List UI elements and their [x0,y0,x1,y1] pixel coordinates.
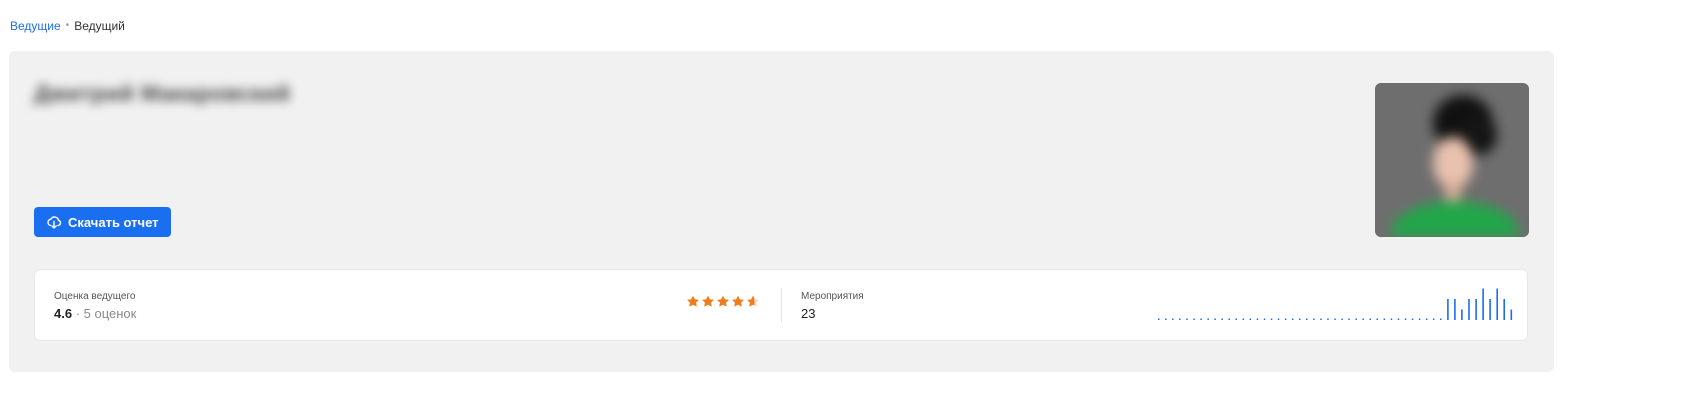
activity-dot [1313,318,1315,320]
activity-dot [1228,318,1230,320]
activity-bar [1510,309,1513,320]
host-card: Дмитрий Макаровский Скачать отчет Оценка… [9,51,1554,372]
activity-bar [1454,299,1456,320]
activity-dot [1249,318,1252,320]
rating-value: 4.6 [54,306,73,321]
activity-dot [1425,318,1428,320]
rating-separator: · [72,306,84,321]
activity-dot [1355,318,1357,320]
activity-dot [1299,318,1301,320]
activity-dot [1235,318,1237,320]
stats-panel: Оценка ведущего 4.6 · 5 оценок Мероприят… [34,269,1528,341]
activity-dot [1263,318,1266,320]
activity-dot [1362,318,1364,320]
activity-bar [1496,288,1498,320]
activity-dot [1390,318,1393,320]
activity-dot [1158,318,1160,320]
star-icon [687,295,699,307]
activity-dot [1432,318,1435,320]
activity-dot [1270,318,1273,320]
activity-dot [1214,318,1216,320]
activity-dot [1411,318,1414,320]
activity-dot [1376,318,1378,320]
events-activity-chart [1158,288,1513,320]
activity-dot [1334,318,1336,320]
activity-dot [1284,318,1287,320]
activity-dot [1179,318,1181,320]
activity-dot [1306,318,1308,320]
activity-dot [1242,318,1245,320]
activity-dot [1207,318,1209,320]
activity-dot [1291,318,1294,320]
breadcrumb: Ведущие • Ведущий [10,19,125,33]
activity-bar [1468,299,1470,320]
activity-dot [1404,318,1407,320]
host-name: Дмитрий Макаровский [34,81,291,106]
breadcrumb-current: Ведущий [74,19,125,33]
activity-bar [1447,299,1449,320]
download-report-label: Скачать отчет [68,214,159,230]
activity-dot [1165,318,1167,320]
activity-bar [1482,288,1484,320]
activity-dot [1383,318,1386,320]
activity-bar [1461,309,1463,320]
breadcrumb-separator: • [65,20,70,31]
star-icon [732,295,744,307]
activity-dot [1341,318,1343,320]
cloud-download-icon [47,216,62,229]
download-report-button[interactable]: Скачать отчет [34,207,171,237]
activity-dot [1256,318,1259,320]
activity-dot [1200,318,1202,320]
activity-dot [1397,318,1400,320]
rating-stars [686,295,760,308]
activity-dot [1277,318,1280,320]
activity-bar [1489,299,1491,320]
star-icon [747,295,759,307]
star-icon [717,295,729,307]
star-icon [702,295,714,307]
rating-label: Оценка ведущего [54,291,136,302]
breadcrumb-hosts-link[interactable]: Ведущие [10,19,61,33]
activity-bar [1503,299,1505,320]
activity-dot [1221,318,1223,320]
avatar-image [1375,83,1529,237]
events-label: Мероприятия [801,291,864,302]
rating-count: 5 оценок [83,306,137,321]
activity-dot [1186,318,1188,320]
activity-bar [1475,299,1477,320]
activity-dot [1327,318,1329,320]
activity-dot [1172,318,1174,320]
avatar [1375,83,1529,237]
activity-dot [1348,318,1350,320]
activity-dot [1193,318,1195,320]
activity-dot [1440,318,1442,320]
events-count: 23 [801,306,816,321]
rating-value-line: 4.6 · 5 оценок [54,306,136,321]
activity-dot [1320,318,1322,320]
activity-dot [1418,318,1421,320]
stats-divider [781,288,782,322]
activity-dot [1369,318,1371,320]
